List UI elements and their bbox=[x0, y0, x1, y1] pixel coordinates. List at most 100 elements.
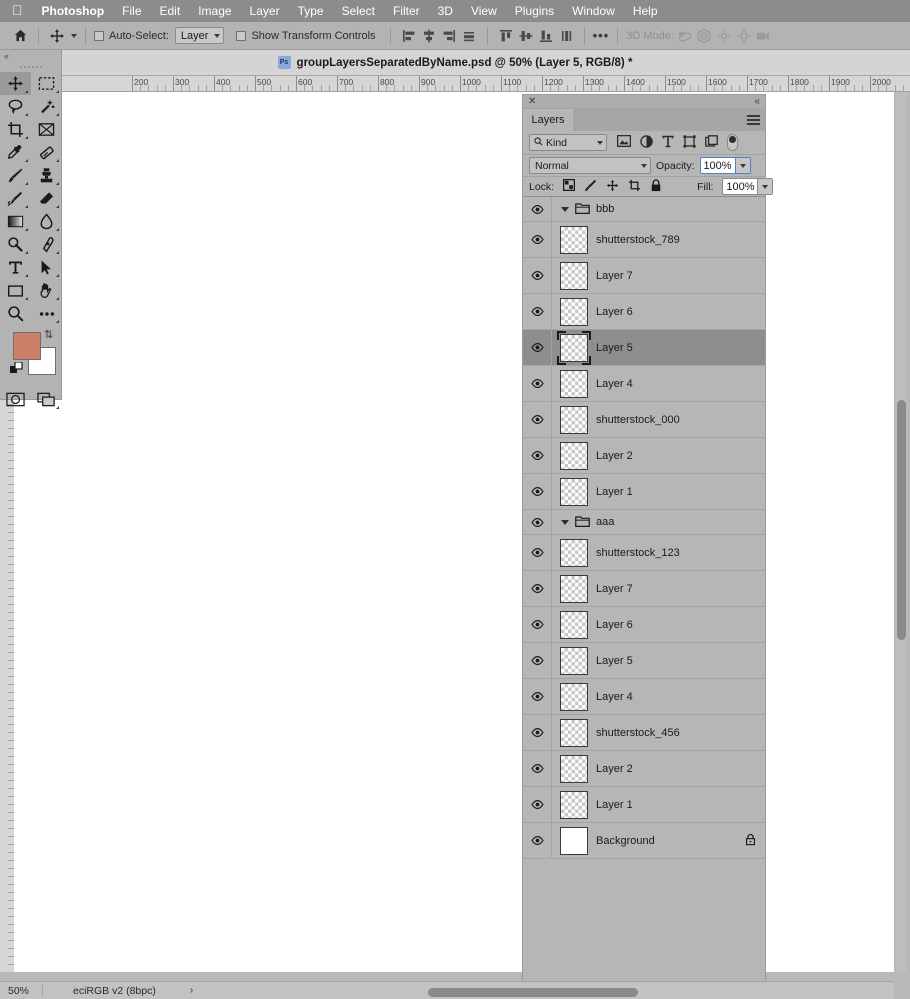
visibility-eye-icon[interactable] bbox=[523, 607, 552, 642]
history-brush-tool-icon[interactable] bbox=[0, 187, 31, 210]
layer-thumbnail[interactable] bbox=[557, 330, 591, 365]
apple-logo-icon[interactable]:  bbox=[8, 3, 33, 19]
layer-row[interactable]: Layer 1 bbox=[523, 787, 765, 823]
move-tool-icon[interactable] bbox=[0, 72, 31, 95]
layer-thumbnail[interactable] bbox=[560, 405, 588, 434]
visibility-eye-icon[interactable] bbox=[523, 510, 552, 534]
menu-item-layer[interactable]: Layer bbox=[241, 0, 289, 22]
layer-row[interactable]: Layer 2 bbox=[523, 438, 765, 474]
layer-row[interactable]: shutterstock_123 bbox=[523, 535, 765, 571]
rectangular-marquee-tool-icon[interactable] bbox=[31, 72, 62, 95]
menu-item-view[interactable]: View bbox=[462, 0, 506, 22]
crop-tool-icon[interactable] bbox=[0, 118, 31, 141]
layer-thumbnail[interactable] bbox=[560, 538, 588, 567]
layer-thumbnail-cell[interactable] bbox=[552, 297, 596, 326]
canvas-horizontal-scrollbar-thumb[interactable] bbox=[428, 988, 638, 997]
active-tool-preset[interactable] bbox=[47, 22, 77, 50]
layer-thumbnail[interactable] bbox=[560, 441, 588, 470]
layer-thumbnail-cell[interactable] bbox=[552, 441, 596, 470]
layer-thumbnail[interactable] bbox=[560, 610, 588, 639]
auto-select-checkbox[interactable] bbox=[94, 30, 104, 41]
layer-thumbnail-cell[interactable] bbox=[552, 369, 596, 398]
lock-all-icon[interactable] bbox=[650, 178, 662, 195]
collapse-panel-icon[interactable]: « bbox=[754, 96, 760, 107]
align-right-edges-icon[interactable] bbox=[439, 26, 459, 46]
menu-item-photoshop[interactable]: Photoshop bbox=[33, 0, 114, 22]
layer-name[interactable]: Layer 2 bbox=[596, 450, 633, 462]
auto-select-target-dropdown[interactable]: Layer bbox=[174, 27, 225, 44]
more-options-button[interactable]: ••• bbox=[593, 29, 610, 42]
pen-tool-icon[interactable] bbox=[31, 233, 62, 256]
filter-pixel-layers-icon[interactable] bbox=[616, 134, 632, 150]
layer-row[interactable]: shutterstock_789 bbox=[523, 222, 765, 258]
chevron-down-icon[interactable] bbox=[561, 206, 569, 212]
tools-panel-collapse-handle[interactable]: « bbox=[0, 50, 61, 62]
layer-thumbnail[interactable] bbox=[560, 477, 588, 506]
menu-item-filter[interactable]: Filter bbox=[384, 0, 429, 22]
layer-name[interactable]: Layer 4 bbox=[596, 378, 633, 390]
blur-tool-icon[interactable] bbox=[31, 210, 62, 233]
layer-thumbnail-cell[interactable] bbox=[552, 225, 596, 254]
fill-stepper-chevron-icon[interactable] bbox=[757, 179, 773, 194]
layer-row[interactable]: Layer 1 bbox=[523, 474, 765, 510]
visibility-eye-icon[interactable] bbox=[523, 402, 552, 437]
clone-stamp-tool-icon[interactable] bbox=[31, 164, 62, 187]
visibility-eye-icon[interactable] bbox=[523, 787, 552, 822]
align-vertical-centers-icon[interactable] bbox=[516, 26, 536, 46]
document-tab[interactable]: Ps groupLayersSeparatedByName.psd @ 50% … bbox=[277, 56, 632, 69]
align-horizontal-centers-icon[interactable] bbox=[419, 26, 439, 46]
opacity-stepper-chevron-icon[interactable] bbox=[734, 158, 750, 173]
layer-row[interactable]: Layer 4 bbox=[523, 679, 765, 715]
move-tool-icon[interactable] bbox=[47, 26, 67, 46]
align-left-edges-icon[interactable] bbox=[399, 26, 419, 46]
layer-filter-kind-dropdown[interactable]: Kind bbox=[529, 134, 607, 151]
blend-mode-dropdown[interactable]: Normal bbox=[529, 157, 651, 174]
tool-preset-chevron-icon[interactable] bbox=[71, 33, 77, 38]
layer-name[interactable]: Layer 4 bbox=[596, 691, 633, 703]
layer-row[interactable]: Layer 5 bbox=[523, 643, 765, 679]
layer-thumbnail[interactable] bbox=[560, 261, 588, 290]
layer-name[interactable]: Layer 7 bbox=[596, 270, 633, 282]
layer-thumbnail[interactable] bbox=[560, 369, 588, 398]
menu-item-plugins[interactable]: Plugins bbox=[506, 0, 563, 22]
layer-name[interactable]: Background bbox=[596, 835, 655, 847]
layer-name[interactable]: shutterstock_123 bbox=[596, 547, 680, 559]
lasso-tool-icon[interactable] bbox=[0, 95, 31, 118]
visibility-eye-icon[interactable] bbox=[523, 679, 552, 714]
quick-mask-mode-icon[interactable] bbox=[0, 388, 31, 411]
visibility-eye-icon[interactable] bbox=[523, 643, 552, 678]
layer-thumbnail-cell[interactable] bbox=[552, 610, 596, 639]
layer-row[interactable]: Background bbox=[523, 823, 765, 859]
screen-mode-icon[interactable] bbox=[31, 388, 62, 411]
panel-menu-icon[interactable] bbox=[747, 115, 760, 127]
filter-shape-layers-icon[interactable] bbox=[683, 134, 696, 151]
layer-name[interactable]: shutterstock_000 bbox=[596, 414, 680, 426]
layer-name[interactable]: Layer 1 bbox=[596, 486, 633, 498]
menu-item-select[interactable]: Select bbox=[333, 0, 384, 22]
layer-thumbnail[interactable] bbox=[560, 646, 588, 675]
type-tool-icon[interactable] bbox=[0, 256, 31, 279]
lock-artboard-nesting-icon[interactable] bbox=[628, 179, 641, 195]
filter-smart-object-icon[interactable] bbox=[705, 134, 718, 151]
visibility-eye-icon[interactable] bbox=[523, 571, 552, 606]
visibility-eye-icon[interactable] bbox=[523, 197, 552, 221]
layer-thumbnail[interactable] bbox=[560, 297, 588, 326]
layer-row[interactable]: Layer 4 bbox=[523, 366, 765, 402]
visibility-eye-icon[interactable] bbox=[523, 535, 552, 570]
layer-row[interactable]: Layer 6 bbox=[523, 607, 765, 643]
visibility-eye-icon[interactable] bbox=[523, 474, 552, 509]
visibility-eye-icon[interactable] bbox=[523, 258, 552, 293]
distribute-vertically-icon[interactable] bbox=[556, 26, 576, 46]
align-bottom-edges-icon[interactable] bbox=[536, 26, 556, 46]
status-expand-arrow-icon[interactable]: › bbox=[156, 985, 193, 996]
layer-name[interactable]: Layer 1 bbox=[596, 799, 633, 811]
layer-thumbnail-cell[interactable] bbox=[552, 330, 596, 365]
hand-tool-icon[interactable] bbox=[31, 279, 62, 302]
layer-name[interactable]: shutterstock_789 bbox=[596, 234, 680, 246]
layer-thumbnail[interactable] bbox=[560, 574, 588, 603]
layer-thumbnail-cell[interactable] bbox=[552, 405, 596, 434]
layer-group-row[interactable]: aaa bbox=[523, 510, 765, 535]
visibility-eye-icon[interactable] bbox=[523, 823, 552, 858]
show-transform-controls-checkbox[interactable] bbox=[236, 30, 247, 41]
lock-position-icon[interactable] bbox=[606, 179, 619, 195]
